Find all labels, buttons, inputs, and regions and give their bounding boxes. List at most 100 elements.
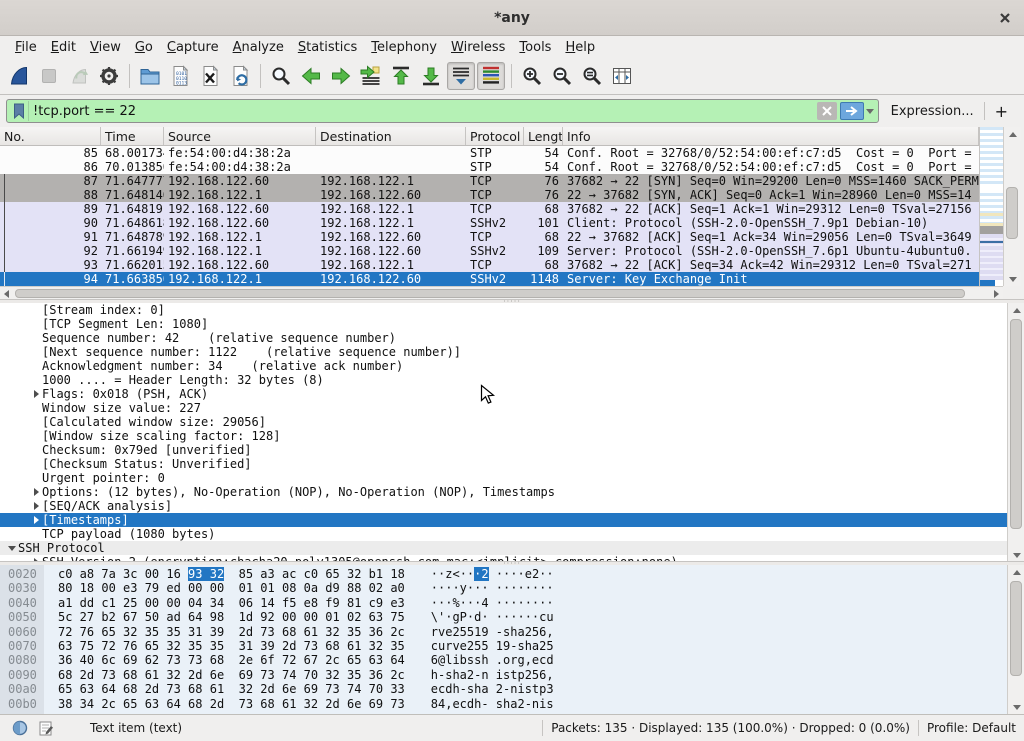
menu-analyze[interactable]: Analyze	[226, 38, 291, 57]
detail-row[interactable]: Checksum: 0x79ed [unverified]	[0, 443, 1007, 457]
packet-row[interactable]: 9371.662015274192.168.122.60192.168.122.…	[0, 258, 979, 272]
detail-row[interactable]: [SEQ/ACK analysis]	[0, 499, 1007, 513]
go-back-button[interactable]	[297, 62, 325, 90]
packet-row[interactable]: 8771.647777234192.168.122.60192.168.122.…	[0, 174, 979, 188]
hex-row[interactable]: 003080 18 00 e3 79 ed 00 00 01 01 08 0a …	[0, 581, 1007, 595]
column-length[interactable]: Length	[524, 127, 563, 145]
detail-row[interactable]: Acknowledgment number: 34 (relative ack …	[0, 359, 1007, 373]
resize-columns-button[interactable]	[608, 62, 636, 90]
expander-expanded-icon[interactable]	[6, 546, 18, 551]
menu-view[interactable]: View	[83, 38, 128, 57]
menu-capture[interactable]: Capture	[160, 38, 226, 57]
detail-row[interactable]: Flags: 0x018 (PSH, ACK)	[0, 387, 1007, 401]
menu-file[interactable]: File	[8, 38, 44, 57]
packet-row[interactable]: 9471.663856741192.168.122.1192.168.122.6…	[0, 272, 979, 286]
detail-row[interactable]: [TCP Segment Len: 1080]	[0, 317, 1007, 331]
display-filter-box[interactable]	[6, 99, 879, 123]
expander-collapsed-icon[interactable]	[30, 516, 42, 524]
packet-row[interactable]: 8971.648191037192.168.122.60192.168.122.…	[0, 202, 979, 216]
packet-row[interactable]: 8568.001734936fe:54:00:d4:38:2aSTP54Conf…	[0, 146, 979, 160]
add-filter-button[interactable]: +	[985, 102, 1018, 121]
detail-row[interactable]: [Next sequence number: 1122 (relative se…	[0, 345, 1007, 359]
go-forward-button[interactable]	[327, 62, 355, 90]
menu-tools[interactable]: Tools	[512, 38, 558, 57]
go-bottom-button[interactable]	[417, 62, 445, 90]
file-open-button[interactable]	[136, 62, 164, 90]
column-time[interactable]: Time	[101, 127, 164, 145]
menu-go[interactable]: Go	[128, 38, 160, 57]
capture-start-button[interactable]	[5, 62, 33, 90]
detail-row[interactable]: Options: (12 bytes), No-Operation (NOP),…	[0, 485, 1007, 499]
packet-list-vscrollbar[interactable]	[1003, 127, 1020, 286]
profile-status[interactable]: Profile: Default	[927, 721, 1024, 735]
hex-row[interactable]: 00505c 27 b2 67 50 ad 64 98 1d 92 00 00 …	[0, 610, 1007, 624]
zoom-reset-button[interactable]	[578, 62, 606, 90]
hex-row[interactable]: 009068 2d 73 68 61 32 2d 6e 69 73 74 70 …	[0, 668, 1007, 682]
go-to-packet-button[interactable]	[357, 62, 385, 90]
packet-row[interactable]: 9171.648789678192.168.122.1192.168.122.6…	[0, 230, 979, 244]
expander-collapsed-icon[interactable]	[30, 502, 42, 510]
detail-row[interactable]: SSH Protocol	[0, 541, 1007, 555]
packet-row[interactable]: 8670.013850163fe:54:00:d4:38:2aSTP54Conf…	[0, 160, 979, 174]
detail-row[interactable]: [Window size scaling factor: 128]	[0, 429, 1007, 443]
zoom-out-button[interactable]	[548, 62, 576, 90]
file-save-button[interactable]: 010101100113	[166, 62, 194, 90]
detail-row[interactable]: Sequence number: 42 (relative sequence n…	[0, 331, 1007, 345]
colorize-button[interactable]	[477, 62, 505, 90]
expression-button[interactable]: Expression...	[879, 104, 984, 119]
packet-list-minimap[interactable]	[979, 127, 1003, 286]
menu-help[interactable]: Help	[558, 38, 602, 57]
menu-statistics[interactable]: Statistics	[291, 38, 364, 57]
find-packet-button[interactable]	[267, 62, 295, 90]
packet-row[interactable]: 9271.661949820192.168.122.1192.168.122.6…	[0, 244, 979, 258]
hex-row[interactable]: 00a065 63 64 68 2d 73 68 61 32 2d 6e 69 …	[0, 682, 1007, 696]
detail-row[interactable]: [Timestamps]	[0, 513, 1007, 527]
toolbar-separator	[260, 64, 261, 88]
column-destination[interactable]: Destination	[316, 127, 466, 145]
file-close-button[interactable]	[196, 62, 224, 90]
filter-apply-icon[interactable]	[840, 102, 864, 120]
hex-row[interactable]: 008036 40 6c 69 62 73 73 68 2e 6f 72 67 …	[0, 653, 1007, 667]
hex-row[interactable]: 006072 76 65 32 35 35 31 39 2d 73 68 61 …	[0, 625, 1007, 639]
expander-collapsed-icon[interactable]	[30, 390, 42, 398]
expert-info-icon[interactable]	[12, 720, 28, 736]
hex-row[interactable]: 0020c0 a8 7a 3c 00 16 93 32 85 a3 ac c0 …	[0, 567, 1007, 581]
bytes-vscrollbar[interactable]	[1007, 565, 1024, 714]
menu-wireless[interactable]: Wireless	[444, 38, 512, 57]
go-top-icon	[389, 64, 413, 88]
hex-row[interactable]: 007063 75 72 76 65 32 35 35 31 39 2d 73 …	[0, 639, 1007, 653]
capture-options-button[interactable]	[95, 62, 123, 90]
detail-row[interactable]: Urgent pointer: 0	[0, 471, 1007, 485]
menu-edit[interactable]: Edit	[44, 38, 83, 57]
close-icon[interactable]	[996, 9, 1014, 27]
menu-telephony[interactable]: Telephony	[364, 38, 444, 57]
detail-row[interactable]: [Checksum Status: Unverified]	[0, 457, 1007, 471]
packet-row[interactable]: 8871.648146932192.168.122.1192.168.122.6…	[0, 188, 979, 202]
filter-clear-icon[interactable]	[817, 102, 837, 120]
display-filter-input[interactable]	[29, 104, 817, 119]
file-reload-button[interactable]	[226, 62, 254, 90]
packet-row[interactable]: 9071.648618924192.168.122.60192.168.122.…	[0, 216, 979, 230]
column-source[interactable]: Source	[164, 127, 316, 145]
hex-row[interactable]: 00b038 34 2c 65 63 64 68 2d 73 68 61 32 …	[0, 697, 1007, 711]
hex-row[interactable]: 0040a1 dd c1 25 00 00 04 34 06 14 f5 e8 …	[0, 596, 1007, 610]
detail-row[interactable]: TCP payload (1080 bytes)	[0, 527, 1007, 541]
details-vscrollbar[interactable]	[1007, 303, 1024, 562]
expander-collapsed-icon[interactable]	[30, 488, 42, 496]
column-info[interactable]: Info	[563, 127, 979, 145]
detail-row[interactable]: Window size value: 227	[0, 401, 1007, 415]
detail-row[interactable]: [Calculated window size: 29056]	[0, 415, 1007, 429]
packet-list-hscrollbar[interactable]	[0, 286, 1003, 300]
filter-history-caret-icon[interactable]	[864, 109, 876, 114]
column-no[interactable]: No.	[0, 127, 101, 145]
autoscroll-button[interactable]	[447, 62, 475, 90]
go-top-button[interactable]	[387, 62, 415, 90]
detail-row[interactable]: [Stream index: 0]	[0, 303, 1007, 317]
go-back-icon	[299, 64, 323, 88]
column-protocol[interactable]: Protocol	[466, 127, 524, 145]
filter-bookmark-icon[interactable]	[9, 101, 29, 121]
zoom-in-button[interactable]	[518, 62, 546, 90]
title-bar[interactable]: *any	[0, 0, 1024, 36]
capture-comment-icon[interactable]	[38, 720, 54, 736]
detail-row[interactable]: 1000 .... = Header Length: 32 bytes (8)	[0, 373, 1007, 387]
